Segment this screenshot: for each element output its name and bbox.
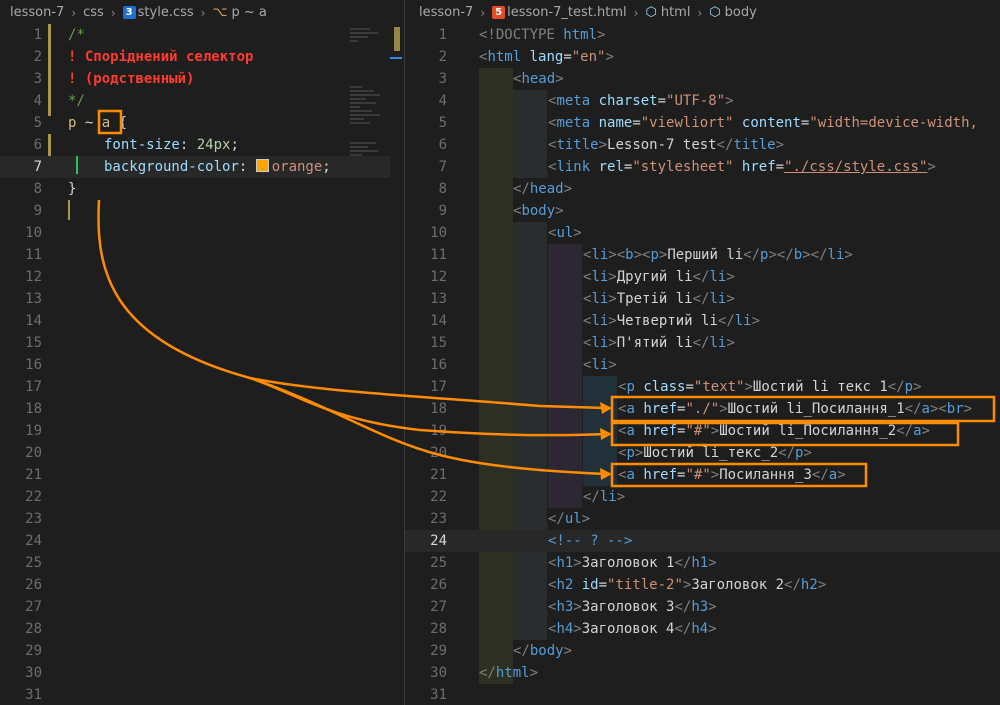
css-minimap[interactable]	[350, 26, 390, 266]
link-tag: <link rel="stylesheet" href="./css/style…	[548, 159, 936, 175]
css-file-icon: 3	[122, 6, 136, 19]
chevron-right-icon: ›	[633, 5, 639, 20]
h3-line: <h3>Заголовок 3</h3>	[548, 599, 717, 615]
li-close-tag: </li>	[583, 489, 626, 505]
li-open-tag: <li>	[583, 357, 617, 373]
html-comment: <!-- ? -->	[548, 533, 633, 549]
html-tag: <html lang="en">	[479, 49, 614, 65]
doctype: <!DOCTYPE html>	[479, 27, 606, 43]
anchor-line-3: <a href="#">Посилання_3</a>	[618, 467, 846, 483]
gutter-modified-marker	[68, 200, 70, 220]
breadcrumb-file[interactable]: style.css	[138, 5, 194, 20]
li-line: <li><b><p>Перший li</p></b></li>	[583, 247, 853, 263]
css-breadcrumb: lesson-7 › css › 3 style.css › ⌥ p ~ a	[0, 0, 404, 25]
li-line: <li>Третій li</li>	[583, 291, 735, 307]
closing-brace: }	[68, 181, 77, 197]
chevron-right-icon: ›	[71, 5, 77, 20]
code-line: 1/*	[0, 24, 404, 46]
ul-tag: <ul>	[548, 225, 582, 241]
code-line: 5p ~ a {	[0, 112, 404, 134]
p-text-line: <p class="text">Шостий li текс 1</p>	[618, 379, 922, 395]
comment-text: */	[68, 93, 85, 109]
h2-line: <h2 id="title-2">Заголовок 2</h2>	[548, 577, 827, 593]
breadcrumb-file[interactable]: lesson-7_test.html	[507, 5, 627, 20]
css-editor-pane[interactable]: lesson-7 › css › 3 style.css › ⌥ p ~ a 1…	[0, 0, 404, 705]
html-file-icon: 5	[492, 6, 506, 19]
element-symbol-icon: ⬡	[645, 5, 657, 20]
color-swatch[interactable]	[255, 159, 269, 172]
anchor-line-1: <a href="./">Шостий li_Посилання_1</a><b…	[618, 401, 973, 417]
head-tag: <head>	[513, 71, 564, 87]
comment-text: /*	[68, 27, 85, 43]
html-close-tag: </html>	[479, 665, 539, 681]
css-scrollbar[interactable]	[390, 25, 404, 705]
li-line: <li>Четвертий li</li>	[583, 313, 761, 329]
chevron-right-icon: ›	[110, 5, 116, 20]
element-symbol-icon: ⬡	[709, 5, 721, 20]
li-line: <li>П'ятий li</li>	[583, 335, 735, 351]
html-editor-pane[interactable]: lesson-7 › 5 lesson-7_test.html › ⬡ html…	[404, 0, 1000, 705]
p-text-line: <p>Шостий li_текс_2</p>	[618, 445, 812, 461]
text-cursor	[76, 156, 78, 174]
anchor-line-2: <a href="#">Шостий li_Посилання_2</a>	[618, 423, 930, 439]
li-line: <li>Другий li</li>	[583, 269, 735, 285]
body-close-tag: </body>	[513, 643, 573, 659]
code-line: 9	[33, 203, 42, 219]
code-line-current: 24 <!-- ? -->	[405, 530, 1000, 552]
breadcrumb-folder[interactable]: lesson-7	[419, 5, 473, 20]
code-line: 2! Споріднений селектор	[0, 46, 404, 68]
code-line: 3! (родственный)	[0, 68, 404, 90]
breadcrumb-folder[interactable]: css	[83, 5, 104, 20]
h4-line: <h4>Заголовок 4</h4>	[548, 621, 717, 637]
html-code-lines[interactable]: 1 <!DOCTYPE html> 2 <html lang="en"> 3 <hea…	[405, 24, 1000, 705]
code-line: 8}	[0, 178, 404, 200]
chevron-right-icon: ›	[200, 5, 206, 20]
chevron-right-icon: ›	[697, 5, 703, 20]
breadcrumb-symbol[interactable]: p ~ a	[231, 5, 266, 20]
h1-line: <h1>Заголовок 1</h1>	[548, 555, 717, 571]
css-declaration: font-size: 24px;	[104, 137, 239, 153]
code-line: 6 font-size: 24px;	[0, 134, 404, 156]
title-tag: <title>Lesson-7 test</title>	[548, 137, 785, 153]
css-code-lines[interactable]: 1/* 2! Споріднений селектор 3! (родствен…	[0, 24, 404, 705]
head-close-tag: </head>	[513, 181, 573, 197]
css-rule-selector: p ~ a {	[68, 115, 128, 131]
selector-symbol-icon: ⌥	[212, 5, 228, 20]
comment-text: ! Споріднений селектор	[68, 49, 254, 65]
comment-text: ! (родственный)	[68, 71, 195, 87]
breadcrumb-symbol[interactable]: html	[661, 5, 691, 20]
body-tag: <body>	[513, 203, 564, 219]
css-declaration: background-color: orange;	[104, 159, 331, 175]
code-line: 4 */	[0, 90, 404, 112]
html-breadcrumb: lesson-7 › 5 lesson-7_test.html › ⬡ html…	[405, 0, 1000, 25]
code-line-current: 7 background-color: orange;	[0, 156, 404, 178]
chevron-right-icon: ›	[480, 5, 486, 20]
breadcrumb-symbol[interactable]: body	[725, 5, 757, 20]
meta-tag: <meta name="viewliort" content="width=de…	[548, 115, 978, 131]
meta-tag: <meta charset="UTF-8">	[548, 93, 734, 109]
breadcrumb-folder[interactable]: lesson-7	[10, 5, 64, 20]
ul-close-tag: </ul>	[548, 511, 591, 527]
stylesheet-link[interactable]: "./css/style.css"	[784, 159, 927, 175]
